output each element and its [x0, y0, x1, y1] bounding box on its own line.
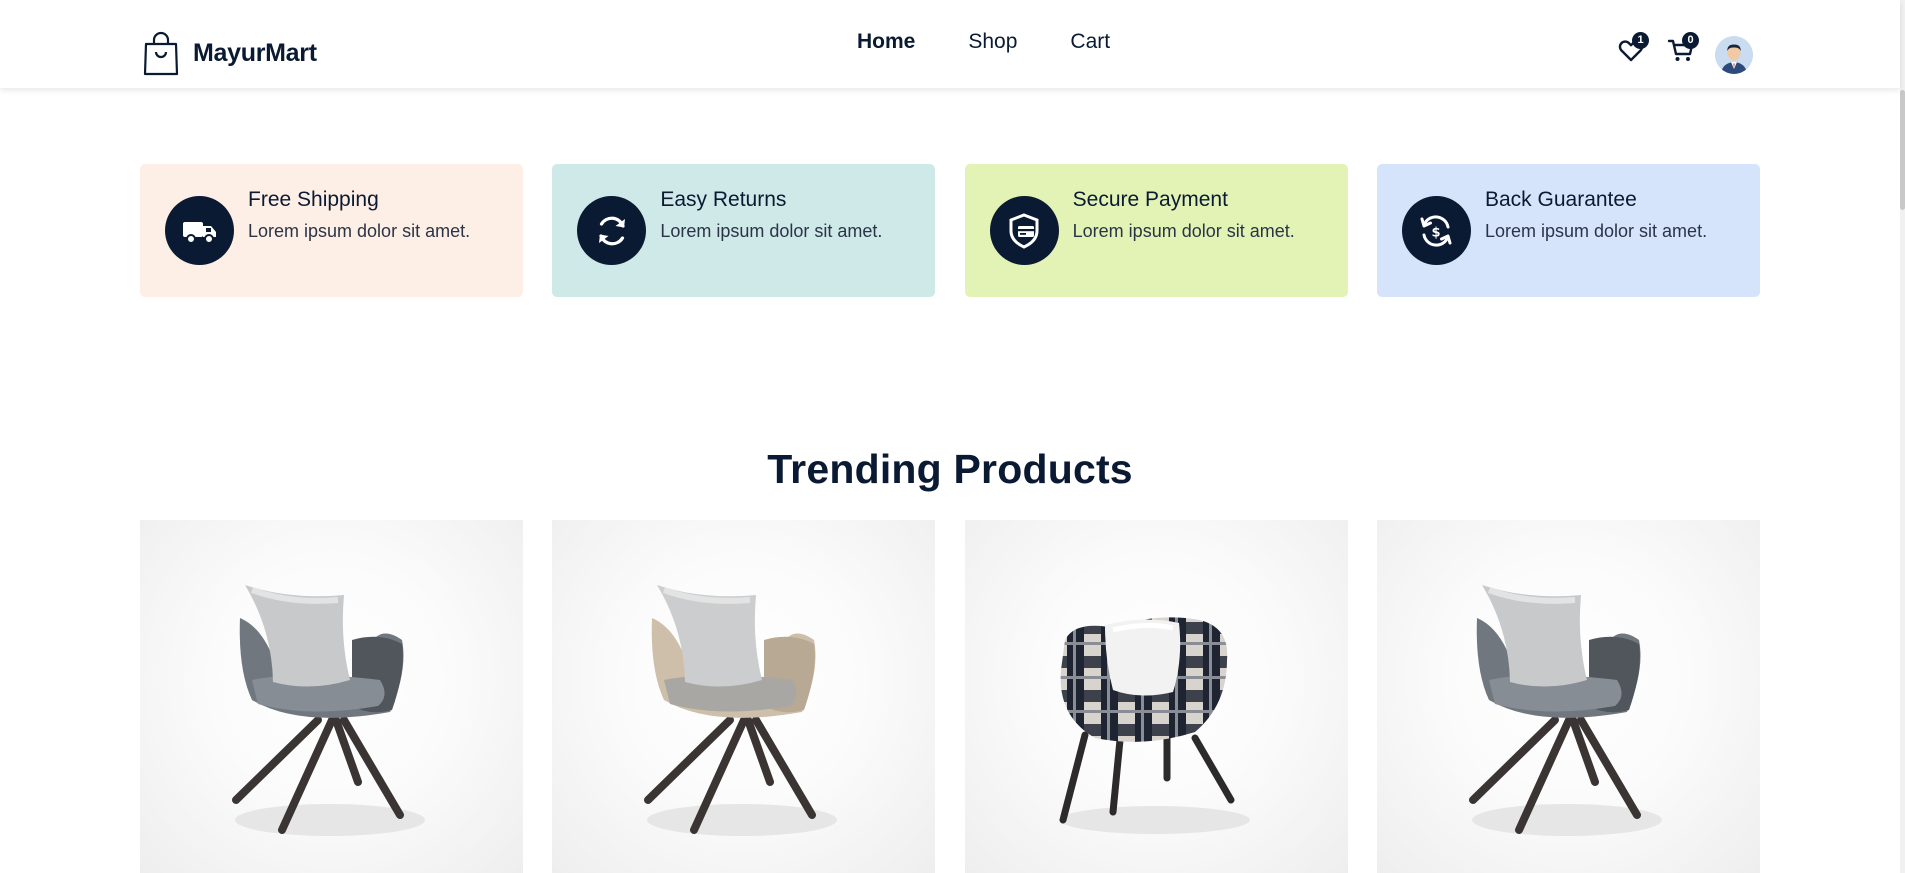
nav-shop[interactable]: Shop [968, 30, 1017, 54]
feature-title: Free Shipping [248, 188, 379, 211]
refresh-icon [598, 216, 625, 245]
product-card[interactable] [140, 520, 523, 873]
user-avatar[interactable] [1715, 36, 1753, 74]
svg-text:$: $ [1432, 225, 1441, 240]
product-card[interactable] [964, 520, 1348, 873]
feature-description: Lorem ipsum dolor sit amet. [1072, 221, 1295, 241]
cart-button[interactable]: 0 [1667, 32, 1699, 66]
products-grid [140, 520, 1760, 873]
scrollbar-thumb[interactable] [1900, 90, 1905, 210]
feature-title: Secure Payment [1072, 188, 1228, 211]
wishlist-button[interactable]: 1 [1617, 32, 1649, 66]
product-image-plaid-chair [1059, 617, 1250, 834]
nav-cart[interactable]: Cart [1070, 30, 1110, 54]
brand-logo-link[interactable]: MayurMart [141, 30, 317, 76]
feature-icon-circle [577, 196, 647, 265]
feature-icon-circle: $ [1401, 196, 1471, 265]
shield-card-icon [1009, 212, 1039, 249]
header-actions: 1 0 [1617, 28, 1753, 74]
product-image-grey-chair [232, 585, 425, 836]
feature-card-easy-returns: Easy Returns Lorem ipsum dolor sit amet. [552, 164, 936, 297]
product-image-beige-chair [644, 585, 838, 836]
cart-count-badge: 0 [1682, 32, 1699, 49]
feature-icon-circle [165, 196, 234, 265]
page-scrollbar[interactable] [1900, 0, 1905, 873]
feature-icon-circle [989, 196, 1059, 265]
feature-card-secure-payment: Secure Payment Lorem ipsum dolor sit ame… [964, 164, 1348, 297]
wishlist-count-badge: 1 [1632, 32, 1649, 49]
trending-products-title: Trending Products [767, 446, 1133, 492]
product-card[interactable] [1376, 520, 1760, 873]
feature-card-back-guarantee: $ Back Guarantee Lorem ipsum dolor sit a… [1376, 164, 1760, 297]
feature-description: Lorem ipsum dolor sit amet. [660, 221, 883, 241]
truck-icon [182, 221, 216, 244]
user-avatar-icon [1715, 36, 1753, 74]
money-back-icon: $ [1420, 214, 1452, 247]
product-image-grey-chair [1468, 585, 1662, 836]
feature-description: Lorem ipsum dolor sit amet. [248, 221, 471, 241]
shopping-bag-icon [143, 31, 179, 76]
feature-description: Lorem ipsum dolor sit amet. [1484, 221, 1708, 241]
feature-title: Easy Returns [660, 188, 787, 211]
features-row: Free Shipping Lorem ipsum dolor sit amet… [140, 164, 1760, 297]
feature-title: Back Guarantee [1484, 188, 1637, 211]
nav-home[interactable]: Home [857, 30, 915, 54]
brand-name: MayurMart [193, 38, 317, 67]
product-card[interactable] [552, 520, 936, 873]
site-header: MayurMart Home Shop Cart 1 0 [0, 0, 1900, 88]
feature-card-free-shipping: Free Shipping Lorem ipsum dolor sit amet… [140, 164, 523, 297]
main-nav: Home Shop Cart [857, 30, 1110, 54]
